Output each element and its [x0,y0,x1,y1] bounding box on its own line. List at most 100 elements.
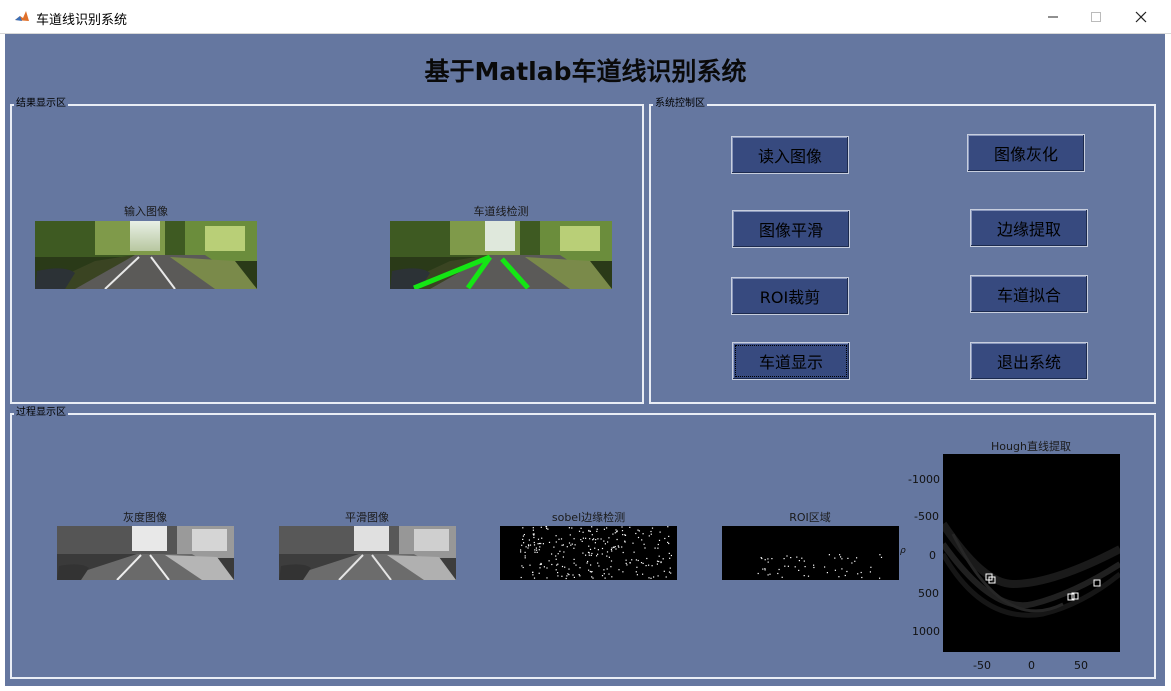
edge-point [545,526,548,528]
edge-point [601,575,604,577]
grayscale-button[interactable]: 图像灰化 [967,134,1085,172]
edge-point [860,571,862,574]
exit-button[interactable]: 退出系统 [970,342,1088,380]
edge-point [764,568,766,570]
edge-point [555,541,557,543]
edge-point [803,575,805,577]
edge-point [589,538,591,540]
edge-point [588,545,590,547]
edge-point [856,557,858,559]
hough-y-tick: 0 [929,549,936,562]
edge-point [617,545,619,547]
edge-point [844,574,846,577]
edge-point [525,546,527,548]
hough-x-tick: -50 [973,659,991,672]
edge-point [555,555,557,557]
edge-point [586,562,588,564]
edge-point [533,544,536,546]
edge-point [581,540,583,542]
edge-point [668,542,670,545]
edge-point [606,551,609,553]
edge-point [824,566,826,568]
edge-point [560,538,563,540]
edge-point [541,537,543,539]
lane-display-button[interactable]: 车道显示 [732,342,850,380]
edge-point [618,569,620,571]
read-image-button[interactable]: 读入图像 [731,136,849,174]
edge-point [670,554,672,557]
roi-title: ROI区域 [789,511,831,524]
edge-point [582,537,584,539]
edge-point [616,531,618,533]
edge-point [597,562,599,564]
gray-image-title: 灰度图像 [123,511,167,524]
hough-x-tick: 50 [1074,659,1088,672]
edge-point [596,530,598,532]
edge-point [771,558,773,560]
lane-fit-button[interactable]: 车道拟合 [970,275,1088,313]
smooth-button[interactable]: 图像平滑 [732,210,850,248]
edge-point [804,566,806,568]
edge-extract-button[interactable]: 边缘提取 [970,209,1088,247]
edge-point [529,564,531,566]
edge-point [558,538,560,540]
edge-point [632,542,634,544]
edge-point [588,569,590,571]
hough-y-label: ρ [900,546,906,556]
edge-point [572,574,574,576]
result-panel-label: 结果显示区 [14,98,68,110]
edge-point [534,551,536,553]
edge-point [618,546,620,548]
edge-point [579,575,581,577]
close-button[interactable] [1118,0,1164,34]
edge-point [828,554,830,556]
process-panel-label: 过程显示区 [14,407,68,419]
edge-point [536,549,538,551]
roi-crop-button[interactable]: ROI裁剪 [731,277,849,315]
edge-point [668,571,671,573]
edge-point [568,568,570,570]
edge-point [626,564,628,566]
edge-point [578,530,581,532]
smooth-image-title: 平滑图像 [345,511,389,524]
edge-point [757,572,759,575]
edge-point [589,570,591,573]
sobel-edge-image [500,526,677,580]
edge-point [642,533,644,535]
edge-point [573,538,575,540]
edge-point [760,557,762,559]
edge-point [532,574,534,576]
edge-point [796,556,798,558]
edge-point [838,576,840,578]
edge-point [535,547,537,549]
edge-point [854,560,856,562]
edge-point [625,562,627,564]
edge-point [523,534,525,536]
smooth-image [279,526,456,580]
edge-point [787,565,789,567]
edge-point [624,534,627,536]
edge-point [635,559,637,561]
edge-point [622,534,624,536]
edge-point [861,576,863,579]
edge-point [764,569,766,571]
edge-point [604,543,606,545]
edge-point [648,577,650,579]
edge-point [603,569,605,571]
edge-point [663,570,665,572]
edge-point [520,551,522,553]
matlab-icon [14,9,30,25]
edge-point [635,532,637,535]
edge-point [656,560,659,562]
edge-point [555,569,557,571]
edge-point [790,557,792,559]
edge-point [657,575,659,577]
maximize-button[interactable] [1073,0,1119,34]
edge-point [646,557,648,560]
edge-point [573,576,575,578]
minimize-button[interactable] [1030,0,1076,34]
edge-point [841,558,843,560]
edge-point [839,554,841,556]
edge-point [540,562,542,565]
edge-point [546,577,548,579]
